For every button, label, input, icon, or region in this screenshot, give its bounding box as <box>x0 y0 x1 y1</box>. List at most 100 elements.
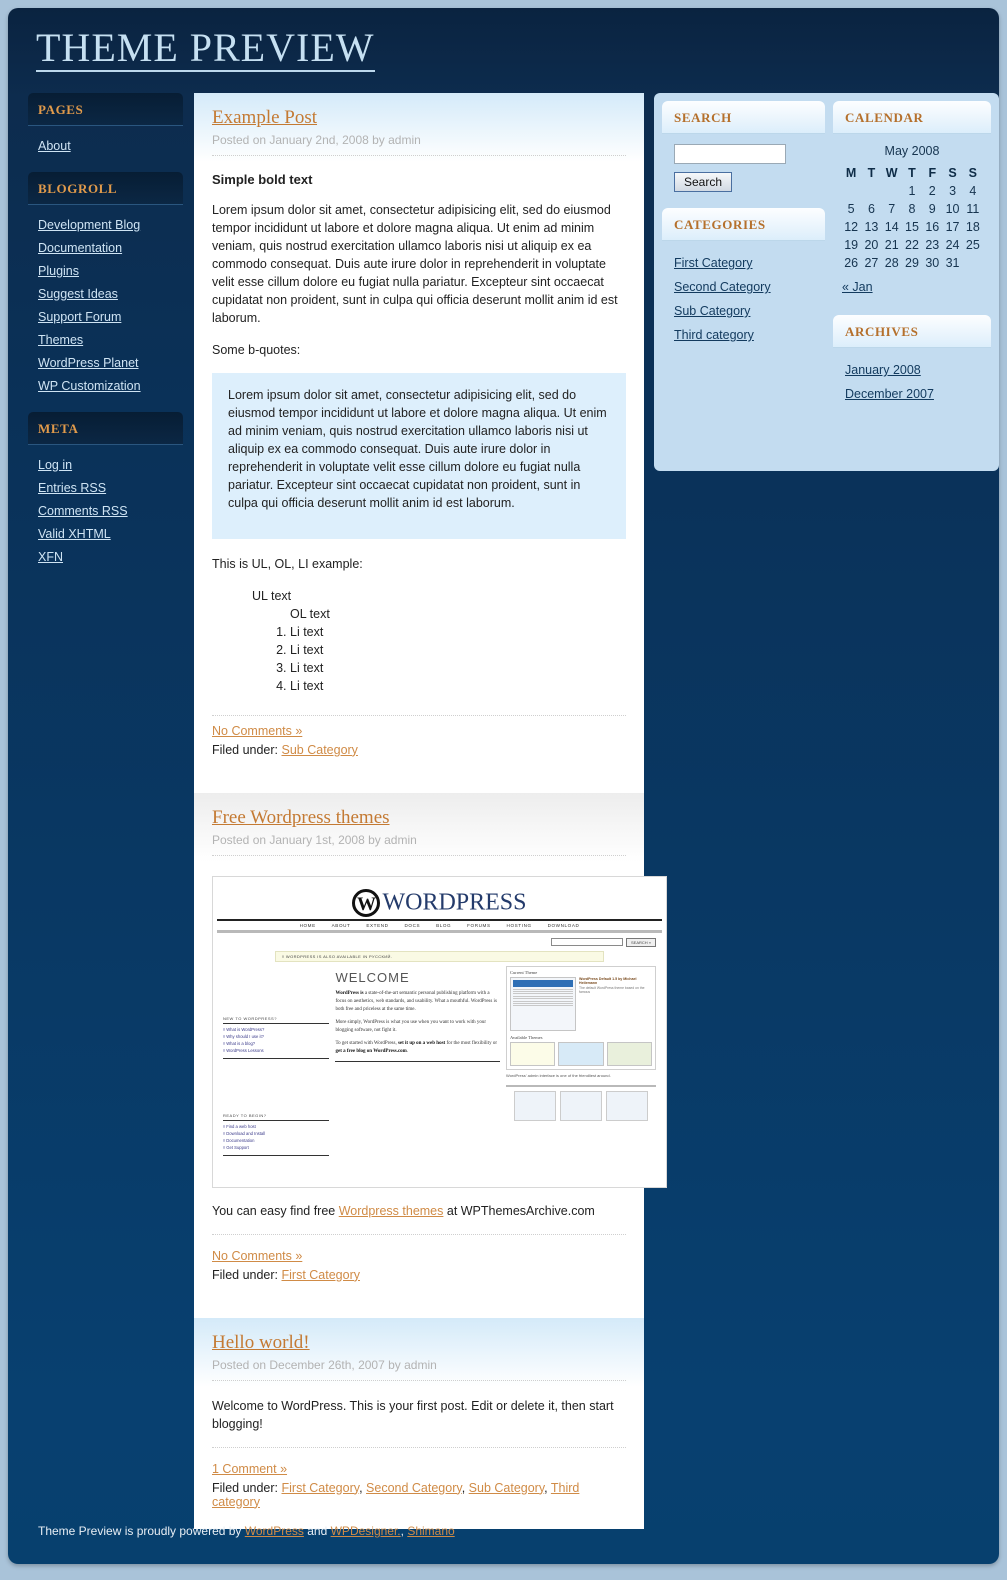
post-header: Example Post Posted on January 2nd, 2008… <box>194 93 644 162</box>
widget-meta-list: Log in Entries RSS Comments RSS Valid XH… <box>28 445 183 573</box>
wp-language-notice: ◊ WORDPRESS IS ALSO AVAILABLE IN РУССКИЙ… <box>275 950 604 962</box>
list-item: Suggest Ideas <box>28 283 183 306</box>
wp-nav-docs[interactable]: DOCS <box>404 923 420 928</box>
list-item: Entries RSS <box>28 477 183 500</box>
wp-nav-home[interactable]: HOME <box>300 923 316 928</box>
sidebar-link-development-blog[interactable]: Development Blog <box>38 218 140 232</box>
footer-link-wpdesigner[interactable]: WPDesigner. <box>331 1524 401 1538</box>
footer-link-shimano[interactable]: Shimano <box>407 1524 454 1538</box>
wp-col-right: Current Theme WordPress Default 1.5 by M… <box>506 965 656 1156</box>
post-title-link[interactable]: Hello world! <box>212 1332 310 1354</box>
wp-theme-panel: Current Theme WordPress Default 1.5 by M… <box>506 965 656 1070</box>
wp-nav-extend[interactable]: EXTEND <box>366 923 388 928</box>
wp-new-link[interactable]: ◊ WordPress Lessons <box>223 1047 329 1054</box>
calendar-day: 19 <box>844 238 859 252</box>
wp-paragraph-2: More simply, WordPress is what you use w… <box>335 1019 487 1033</box>
calendar-day: 23 <box>925 238 940 252</box>
site-footer: Theme Preview is proudly powered by Word… <box>8 1502 999 1564</box>
post-title-link[interactable]: Free Wordpress themes <box>212 807 390 829</box>
wp-new-link[interactable]: ◊ What is a blog? <box>223 1040 329 1047</box>
sidebar-link-wordpress-planet[interactable]: WordPress Planet <box>38 356 139 370</box>
category-link-first[interactable]: First Category <box>674 256 753 270</box>
sidebar-link-valid-xhtml[interactable]: Valid XHTML <box>38 527 111 541</box>
wp-ready-link[interactable]: ◊ Download and Install <box>223 1130 329 1137</box>
wp-search-button[interactable]: SEARCH » <box>625 937 656 947</box>
wp-nav-download[interactable]: DOWNLOAD <box>548 923 580 928</box>
post-meta: Posted on January 2nd, 2008 by admin <box>212 132 421 147</box>
search-input[interactable] <box>674 144 786 164</box>
site-title-link[interactable]: THEME PREVIEW <box>36 28 375 72</box>
sidebar-link-about[interactable]: About <box>38 139 71 153</box>
sidebar-link-comments-rss[interactable]: Comments RSS <box>38 504 128 518</box>
list-item: XFN <box>28 546 183 569</box>
comments-link[interactable]: 1 Comment » <box>212 1462 287 1476</box>
category-link-second[interactable]: Second Category <box>674 280 771 294</box>
calendar-body-rows: 1 2 3 4 5 6 7 8 9 10 11 12 13 14 15 16 1… <box>841 182 983 272</box>
unordered-list: UL text <box>212 587 626 605</box>
calendar-prev-link[interactable]: « Jan <box>842 280 873 294</box>
list-item: Log in <box>28 454 183 477</box>
sidebar-link-suggest-ideas[interactable]: Suggest Ideas <box>38 287 118 301</box>
wp-avail-thumb <box>558 1041 604 1066</box>
wp-search-input[interactable] <box>550 938 623 947</box>
right-sidebar-column-2: CALENDAR May 2008 M T W T F S S 1 2 3 4 … <box>833 101 991 422</box>
category-link[interactable]: Second Category <box>366 1481 462 1495</box>
list-item: Li text <box>290 677 626 695</box>
wp-ready-link[interactable]: ◊ Documentation <box>223 1137 329 1144</box>
archive-link-december-2007[interactable]: December 2007 <box>845 387 934 401</box>
footer-link-wordpress[interactable]: WordPress <box>245 1524 304 1538</box>
site-header: THEME PREVIEW <box>8 8 999 93</box>
wp-nav-about[interactable]: ABOUT <box>332 923 351 928</box>
wp-p3-link-1[interactable]: set it up on a web host <box>398 1041 445 1046</box>
wp-ready-link[interactable]: ◊ Get Support <box>223 1144 329 1151</box>
comments-link[interactable]: No Comments » <box>212 1249 302 1263</box>
calendar-day: 22 <box>905 238 919 252</box>
sidebar-link-support-forum[interactable]: Support Forum <box>38 310 121 324</box>
list-item: Sub Category <box>674 299 825 323</box>
category-link-sub[interactable]: Sub Category <box>674 304 750 318</box>
calendar-day: 8 <box>908 202 916 216</box>
list-item: Plugins <box>28 260 183 283</box>
calendar-day: 15 <box>905 220 919 234</box>
wp-new-link[interactable]: ◊ Why should I use it? <box>223 1033 329 1040</box>
post-example-post: Example Post Posted on January 2nd, 2008… <box>194 93 644 759</box>
wp-trio-thumb <box>514 1090 556 1121</box>
calendar-day: 24 <box>945 238 960 252</box>
sidebar-link-themes[interactable]: Themes <box>38 333 83 347</box>
ordered-list: Li text Li text Li text Li text <box>212 623 626 695</box>
sidebar-link-xfn[interactable]: XFN <box>38 550 63 564</box>
wp-new-link[interactable]: ◊ What is WordPress? <box>223 1026 329 1033</box>
wp-nav-blog[interactable]: BLOG <box>436 923 451 928</box>
category-link[interactable]: First Category <box>282 1481 360 1495</box>
sidebar-link-documentation[interactable]: Documentation <box>38 241 122 255</box>
post-title-link[interactable]: Example Post <box>212 107 317 129</box>
archive-link-january-2008[interactable]: January 2008 <box>845 363 921 377</box>
wp-nav-forums[interactable]: FORUMS <box>467 923 491 928</box>
wp-trio-thumb <box>606 1090 648 1121</box>
category-link[interactable]: Sub Category <box>469 1481 545 1495</box>
sidebar-link-plugins[interactable]: Plugins <box>38 264 79 278</box>
sidebar-link-wp-customization[interactable]: WP Customization <box>38 379 141 393</box>
wp-nav-hosting[interactable]: HOSTING <box>507 923 532 928</box>
calendar-day: 21 <box>884 238 899 252</box>
category-link[interactable]: Sub Category <box>282 743 358 757</box>
wordpress-themes-link[interactable]: Wordpress themes <box>339 1204 444 1218</box>
sidebar-link-entries-rss[interactable]: Entries RSS <box>38 481 106 495</box>
wp-available-themes-label: Available Themes <box>510 1034 543 1040</box>
search-button[interactable]: Search <box>674 172 733 192</box>
list-item: WordPress Planet <box>28 352 183 375</box>
post-footer: No Comments » Filed under: Sub Category <box>194 716 644 759</box>
calendar-day: 30 <box>925 256 940 270</box>
wp-nav: HOME ABOUT EXTEND DOCS BLOG FORUMS HOSTI… <box>213 921 666 930</box>
sidebar-link-log-in[interactable]: Log in <box>38 458 72 472</box>
calendar-day: 11 <box>966 202 980 216</box>
post-blockquote: Lorem ipsum dolor sit amet, consectetur … <box>212 372 626 539</box>
category-link[interactable]: First Category <box>282 1268 361 1282</box>
category-link-third[interactable]: Third category <box>674 328 754 342</box>
calendar-day: 4 <box>969 184 977 198</box>
comments-link[interactable]: No Comments » <box>212 724 302 738</box>
wp-p3-link-2[interactable]: get a free blog on WordPress.com <box>335 1049 406 1054</box>
wp-ready-link[interactable]: ◊ Find a web host <box>223 1123 329 1130</box>
wp-ready-heading: READY TO BEGIN? <box>223 1113 330 1121</box>
widget-pages: PAGES About <box>28 93 183 162</box>
